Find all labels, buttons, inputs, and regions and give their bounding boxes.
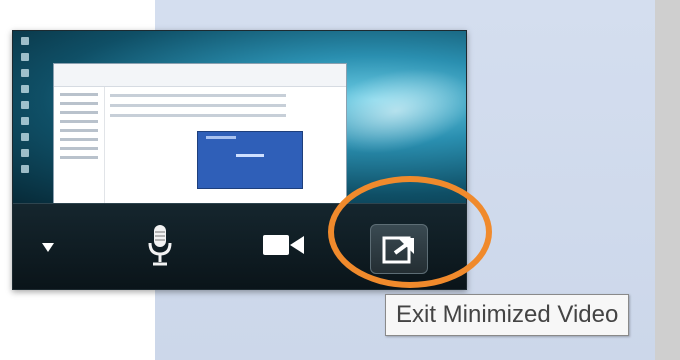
nav-line bbox=[60, 147, 98, 150]
nav-line bbox=[60, 138, 98, 141]
dialog-title-bar bbox=[206, 136, 236, 139]
desktop-icon bbox=[21, 53, 29, 61]
desktop-icon bbox=[21, 85, 29, 93]
video-camera-icon bbox=[263, 235, 304, 255]
triangle-down-icon bbox=[42, 243, 54, 252]
desktop-icon bbox=[21, 37, 29, 45]
highlight-ring bbox=[328, 176, 492, 288]
dialog-content bbox=[236, 154, 264, 157]
list-line bbox=[110, 114, 286, 117]
desktop-icon bbox=[21, 117, 29, 125]
background-strip bbox=[655, 0, 680, 360]
mute-microphone-button[interactable] bbox=[136, 218, 184, 274]
nav-line bbox=[60, 156, 98, 159]
desktop-icon bbox=[21, 69, 29, 77]
desktop-icon bbox=[21, 133, 29, 141]
nav-line bbox=[60, 102, 98, 105]
desktop-icon bbox=[21, 101, 29, 109]
stop-video-button[interactable] bbox=[253, 224, 315, 266]
nav-line bbox=[60, 129, 98, 132]
explorer-ribbon bbox=[54, 64, 346, 87]
desktop-icon bbox=[21, 165, 29, 173]
nav-line bbox=[60, 120, 98, 123]
exit-minimized-video-tooltip: Exit Minimized Video bbox=[385, 294, 630, 336]
list-line bbox=[110, 104, 286, 107]
desktop-icons bbox=[19, 37, 49, 202]
nav-line bbox=[60, 93, 98, 96]
nav-line bbox=[60, 111, 98, 114]
desktop-icon bbox=[21, 149, 29, 157]
dialog-thumbnail bbox=[197, 131, 303, 189]
options-menu-button[interactable] bbox=[31, 226, 65, 268]
list-line bbox=[110, 94, 286, 97]
microphone-icon bbox=[148, 225, 172, 266]
